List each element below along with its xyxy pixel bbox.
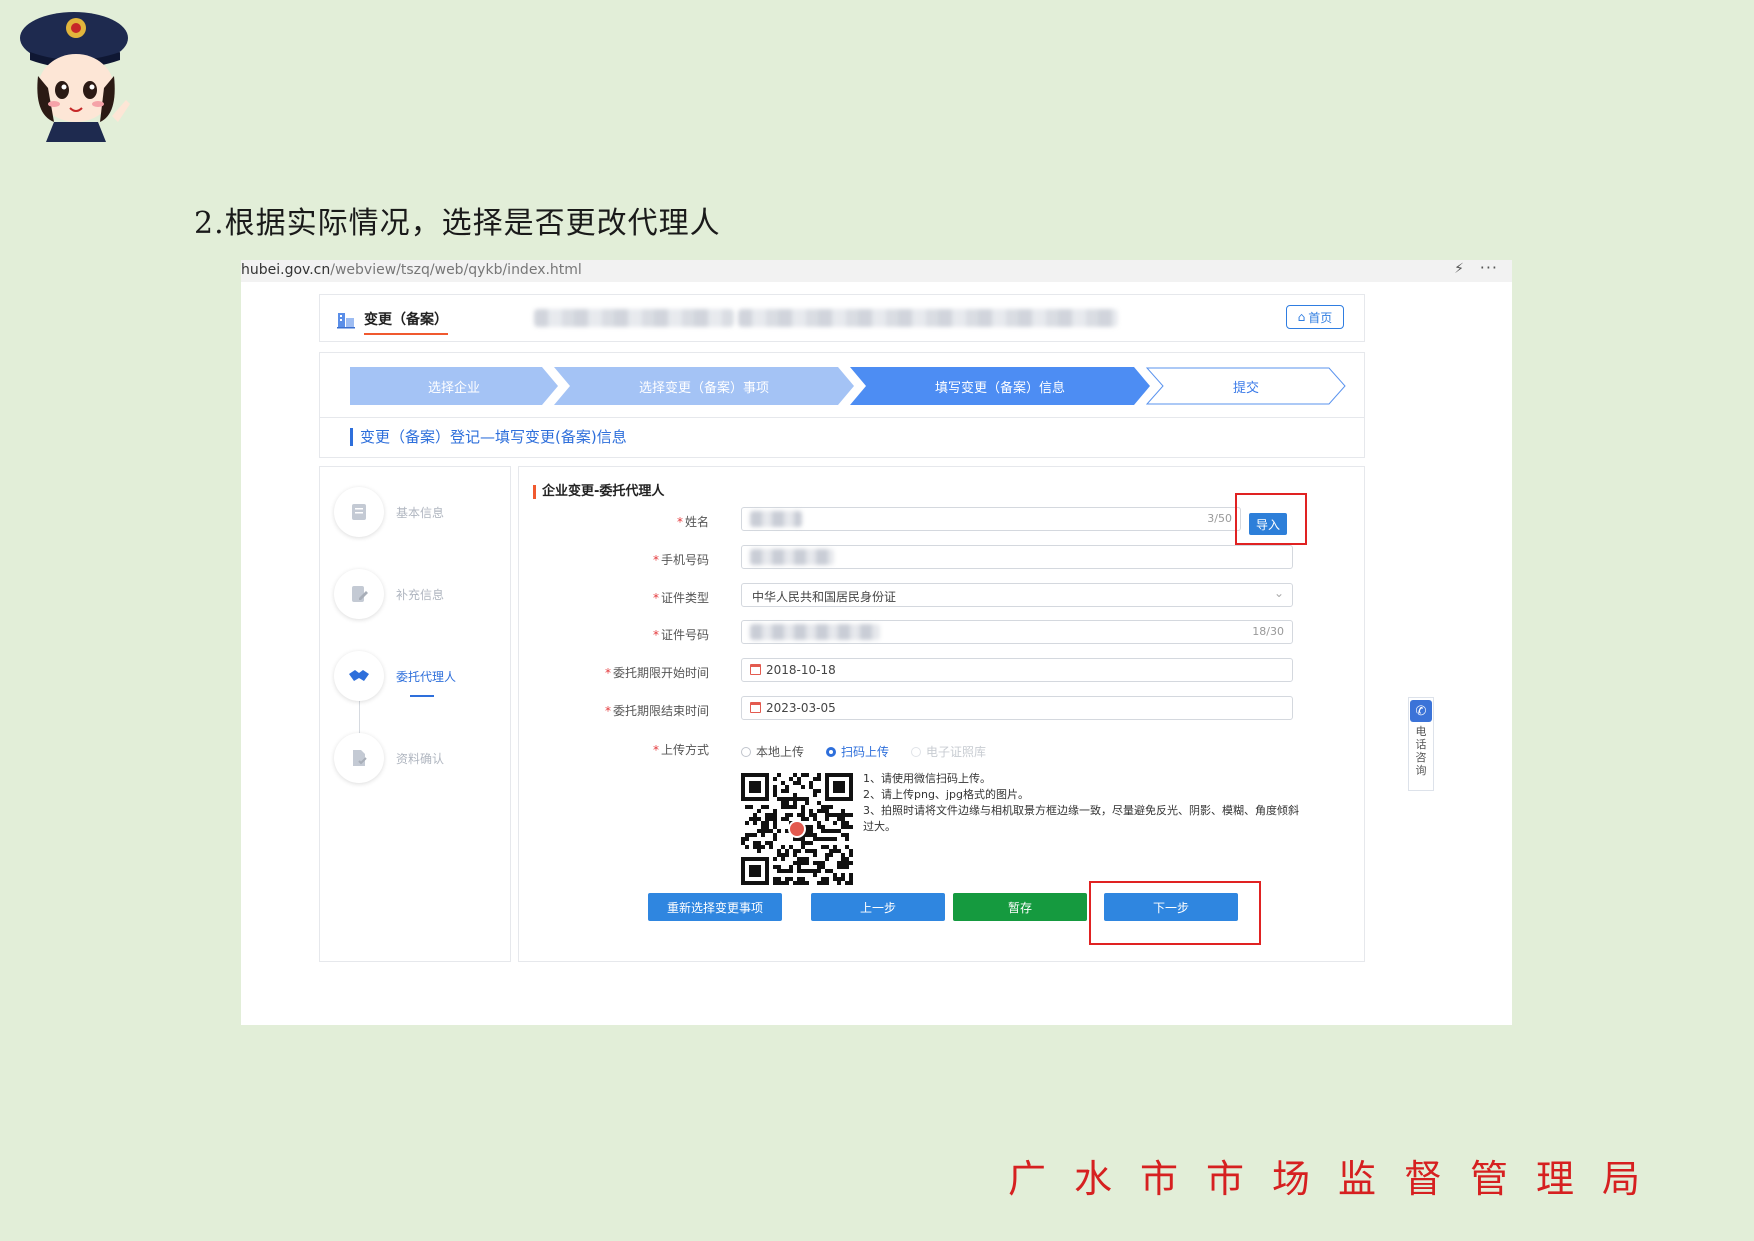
sidebar-item-label: 补充信息: [396, 587, 445, 602]
id-type-label: * 证件类型: [652, 591, 709, 605]
chevron-down-icon: ⌄: [1273, 586, 1284, 600]
id-number-input[interactable]: 18/30: [741, 620, 1293, 644]
edit-document-icon: [352, 586, 368, 602]
sidebar-item-confirm[interactable]: 资料确认: [334, 733, 444, 783]
home-button[interactable]: ⌂ 首页: [1286, 305, 1344, 329]
building-icon: [337, 313, 355, 329]
section-header-title: 变更（备案）登记—填写变更(备案)信息: [350, 428, 627, 446]
radio-local-upload[interactable]: 本地上传: [741, 743, 804, 760]
name-label: * 姓名: [676, 515, 709, 529]
phone-label: * 手机号码: [652, 553, 709, 567]
blurred-company-code: [738, 309, 1118, 327]
calendar-icon: [750, 702, 761, 713]
upload-method-label: * 上传方式: [652, 743, 709, 757]
sidebar-nav: 基本信息 补充信息 委托代理人 资料确认: [319, 466, 511, 962]
mascot-police-icon: [20, 12, 130, 142]
end-date-label: * 委托期限结束时间: [604, 704, 709, 718]
qr-code-image: [741, 773, 853, 885]
sidebar-item-extra-info[interactable]: 补充信息: [334, 569, 444, 619]
step-submit[interactable]: 提交: [1146, 367, 1346, 405]
id-number-label: * 证件号码: [652, 628, 709, 642]
highlight-next-box: [1089, 881, 1261, 945]
progress-steps: 选择企业 选择变更（备案）事项 填写变更（备案）信息 提交: [319, 352, 1365, 418]
blurred-company-name: [534, 309, 734, 327]
blurred-id-number: [750, 624, 880, 640]
sidebar-item-label: 资料确认: [396, 751, 445, 766]
id-type-select[interactable]: 中华人民共和国居民身份证 ⌄: [741, 583, 1293, 607]
blurred-name: [750, 511, 802, 527]
start-date-value: 2018-10-18: [766, 663, 836, 677]
start-date-label: * 委托期限开始时间: [604, 666, 709, 680]
step-select-change-items[interactable]: 选择变更（备案）事项: [554, 367, 854, 405]
phone-consult-label: 电话咨询: [1415, 725, 1427, 777]
address-bar[interactable]: hubei.gov.cn/webview/tszq/web/qykb/index…: [241, 260, 1512, 282]
start-date-picker[interactable]: 2018-10-18: [741, 658, 1293, 682]
browser-screenshot: hubei.gov.cn/webview/tszq/web/qykb/index…: [241, 260, 1512, 1025]
form-section-title: 企业变更-委托代理人: [533, 485, 664, 499]
footer-organization: 广水市市场监督管理局: [1008, 1157, 1669, 1201]
agent-form: 企业变更-委托代理人 * 姓名 3/50 导入 * 手机号码 * 证件类型 中华人民共…: [518, 466, 1365, 962]
upload-method-group: 本地上传 扫码上传 电子证照库: [741, 743, 1008, 760]
id-number-char-count: 18/30: [1252, 625, 1284, 638]
radio-scan-upload[interactable]: 扫码上传: [826, 743, 889, 760]
document-title: 2.根据实际情况，选择是否更改代理人: [194, 206, 721, 241]
name-input[interactable]: 3/50: [741, 507, 1241, 531]
active-underline: [410, 695, 434, 697]
url-host: hubei.gov.cn: [241, 262, 331, 278]
prev-step-button[interactable]: 上一步: [811, 893, 945, 921]
id-type-value: 中华人民共和国居民身份证: [752, 590, 897, 604]
file-check-icon: [353, 750, 367, 766]
upload-instructions: 1、请使用微信扫码上传。 2、请上传png、jpg格式的图片。 3、拍照时请将文…: [863, 771, 1303, 835]
highlight-import-box: [1235, 493, 1307, 545]
handshake-icon: [349, 670, 369, 681]
radio-e-license: 电子证照库: [911, 743, 986, 760]
sidebar-item-label: 委托代理人: [396, 669, 457, 684]
home-icon: ⌂: [1297, 310, 1306, 324]
end-date-picker[interactable]: 2023-03-05: [741, 696, 1293, 720]
page-header: 变更（备案） ⌂ 首页: [319, 294, 1365, 342]
save-draft-button[interactable]: 暂存: [953, 893, 1087, 921]
url-path: /webview/tszq/web/qykb/index.html: [330, 262, 582, 278]
section-header: 变更（备案）登记—填写变更(备案)信息: [319, 418, 1365, 458]
phone-input[interactable]: [741, 545, 1293, 569]
phone-consult-widget[interactable]: ✆ 电话咨询: [1408, 697, 1434, 791]
more-icon[interactable]: ···: [1480, 260, 1498, 277]
phone-icon: ✆: [1410, 700, 1432, 722]
step-fill-change-info[interactable]: 填写变更（备案）信息: [850, 367, 1150, 405]
sidebar-item-label: 基本信息: [396, 505, 445, 520]
reselect-items-button[interactable]: 重新选择变更事项: [648, 893, 782, 921]
sidebar-item-agent[interactable]: 委托代理人: [334, 651, 456, 701]
calendar-icon: [750, 664, 761, 675]
step-select-company[interactable]: 选择企业: [350, 367, 558, 405]
page-title: 变更（备案）: [364, 309, 448, 335]
home-button-label: 首页: [1308, 310, 1333, 325]
upload-note: 3、拍照时请将文件边缘与相机取景方框边缘一致，尽量避免反光、阴影、模糊、角度倾斜…: [863, 804, 1299, 833]
sidebar-item-basic-info[interactable]: 基本信息: [334, 487, 444, 537]
name-char-count: 3/50: [1207, 512, 1232, 525]
blurred-phone: [750, 549, 834, 565]
document-icon: [352, 504, 366, 520]
lightning-icon[interactable]: ⚡: [1454, 261, 1464, 277]
upload-note: 1、请使用微信扫码上传。: [863, 772, 991, 785]
end-date-value: 2023-03-05: [766, 701, 836, 715]
upload-note: 2、请上传png、jpg格式的图片。: [863, 788, 1029, 801]
